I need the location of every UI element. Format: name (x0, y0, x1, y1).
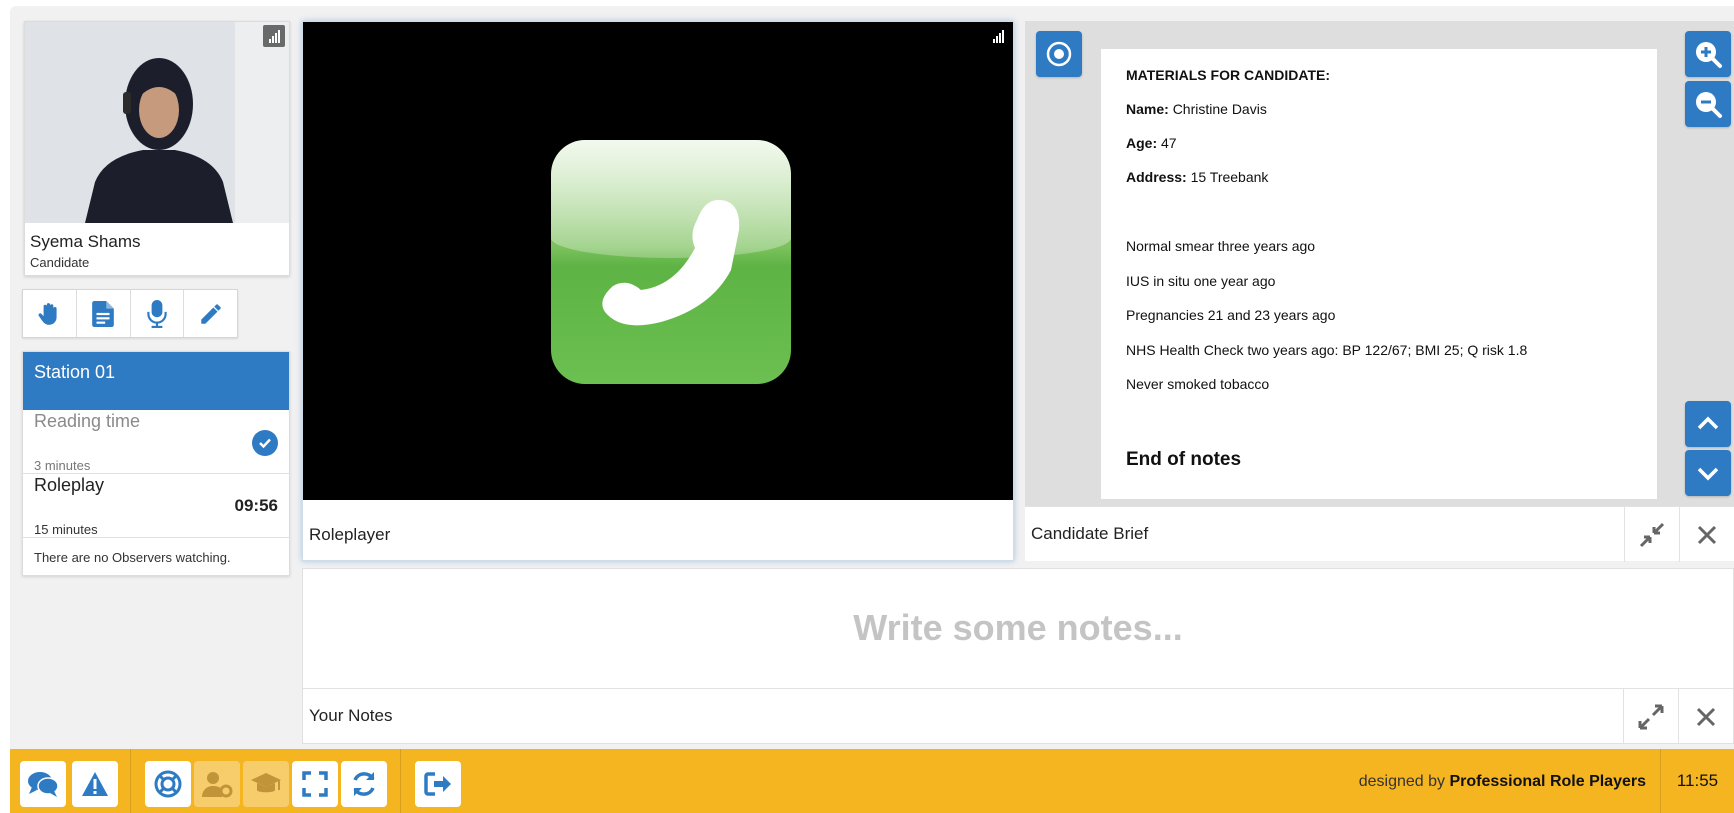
brief-footer: Candidate Brief (1025, 506, 1734, 562)
zoom-in-button[interactable] (1685, 31, 1731, 77)
graduation-cap-icon (251, 773, 281, 793)
pencil-button[interactable] (184, 290, 237, 337)
phone-icon (551, 140, 791, 384)
app-window: Syema Shams Candidate Station 01 Reading… (10, 6, 1734, 813)
zoom-out-button[interactable] (1685, 81, 1731, 127)
notes-footer: Your Notes (303, 688, 1733, 744)
microphone-button[interactable] (131, 290, 185, 337)
user-settings-button[interactable] (194, 761, 240, 807)
roleplayer-panel: Roleplayer (302, 21, 1014, 561)
document-icon (92, 300, 114, 327)
credit-brand: Professional Role Players (1449, 773, 1646, 790)
collapse-brief-button[interactable] (1624, 507, 1679, 562)
expand-notes-button[interactable] (1623, 689, 1678, 744)
credit-text: designed by Professional Role Players (1359, 773, 1646, 791)
candidate-name: Syema Shams (30, 232, 141, 251)
close-icon (1696, 707, 1716, 726)
notes-input[interactable] (303, 569, 1733, 687)
brief-heading: MATERIALS FOR CANDIDATE: (1126, 67, 1331, 83)
brief-end: End of notes (1126, 449, 1242, 470)
focus-button[interactable] (1036, 31, 1082, 77)
chat-button[interactable] (20, 761, 66, 807)
brief-line: Pregnancies 21 and 23 years ago (1126, 307, 1336, 323)
brief-document: MATERIALS FOR CANDIDATE: Name: Christine… (1101, 49, 1657, 499)
station-title: Station 01 (23, 352, 289, 410)
brief-line: Normal smear three years ago (1126, 238, 1316, 254)
fullscreen-button[interactable] (292, 761, 338, 807)
target-icon (1046, 41, 1072, 67)
credit-prefix: designed by (1358, 773, 1446, 790)
chat-icon (28, 772, 59, 797)
chevron-down-icon (1697, 467, 1719, 481)
step-title: Roleplay (34, 475, 105, 495)
microphone-icon (147, 299, 167, 328)
pencil-icon (200, 303, 221, 324)
refresh-icon (353, 772, 375, 796)
zoom-in-icon (1696, 42, 1722, 68)
user-gear-icon (202, 772, 233, 798)
brief-line: IUS in situ one year ago (1126, 273, 1276, 289)
step-duration: 3 minutes (34, 458, 91, 473)
help-button[interactable] (145, 761, 191, 807)
zoom-out-icon (1696, 92, 1722, 118)
step-reading-time: Reading time 3 minutes (23, 410, 289, 474)
station-card: Station 01 Reading time 3 minutes Rolepl… (22, 351, 290, 576)
document-button[interactable] (77, 290, 131, 337)
compress-icon (1639, 522, 1665, 547)
warning-icon (82, 772, 108, 796)
signal-strength-icon (263, 25, 285, 47)
close-brief-button[interactable] (1679, 507, 1734, 562)
brief-label: Candidate Brief (1031, 524, 1149, 543)
notes-panel: Your Notes (302, 568, 1734, 744)
bottom-toolbar: designed by Professional Role Players 11… (10, 749, 1734, 813)
observers-status: There are no Observers watching. (34, 550, 231, 565)
candidate-tile: Syema Shams Candidate (24, 21, 290, 276)
lifebuoy-icon (154, 770, 182, 798)
sign-out-icon (424, 772, 451, 796)
chevron-up-icon (1697, 416, 1719, 430)
step-duration: 15 minutes (34, 522, 98, 537)
address-key: Address: (1126, 169, 1187, 185)
brief-line: Never smoked tobacco (1126, 376, 1270, 392)
step-timer: 09:56 (234, 496, 278, 515)
roleplayer-label: Roleplayer (309, 525, 391, 544)
candidate-role: Candidate (30, 255, 90, 270)
step-roleplay: Roleplay 09:56 15 minutes (23, 474, 289, 538)
close-icon (1697, 525, 1717, 544)
scroll-up-button[interactable] (1685, 401, 1731, 447)
candidate-brief-panel: MATERIALS FOR CANDIDATE: Name: Christine… (1025, 21, 1734, 562)
age-value: 47 (1161, 135, 1177, 151)
brief-line: NHS Health Check two years ago: BP 122/6… (1126, 342, 1528, 358)
logout-button[interactable] (415, 761, 461, 807)
roleplayer-video (303, 22, 1013, 500)
signal-strength-icon (987, 25, 1009, 47)
hand-icon (38, 302, 57, 325)
raise-hand-button[interactable] (23, 290, 77, 337)
notes-label: Your Notes (309, 706, 393, 725)
clock: 11:55 (1660, 749, 1734, 813)
name-value: Christine Davis (1172, 101, 1267, 117)
candidate-toolbar (22, 289, 238, 338)
training-button[interactable] (243, 761, 289, 807)
close-notes-button[interactable] (1678, 689, 1733, 744)
alert-button[interactable] (72, 761, 118, 807)
fullscreen-icon (302, 771, 328, 797)
candidate-video (25, 22, 289, 223)
step-title: Reading time (34, 411, 141, 431)
candidate-video-frame (25, 22, 289, 223)
name-key: Name: (1126, 101, 1169, 117)
scroll-down-button[interactable] (1685, 450, 1731, 496)
expand-icon (1638, 704, 1664, 729)
age-key: Age: (1126, 135, 1158, 151)
check-icon (252, 430, 278, 456)
refresh-button[interactable] (341, 761, 387, 807)
address-value: 15 Treebank (1190, 169, 1269, 185)
